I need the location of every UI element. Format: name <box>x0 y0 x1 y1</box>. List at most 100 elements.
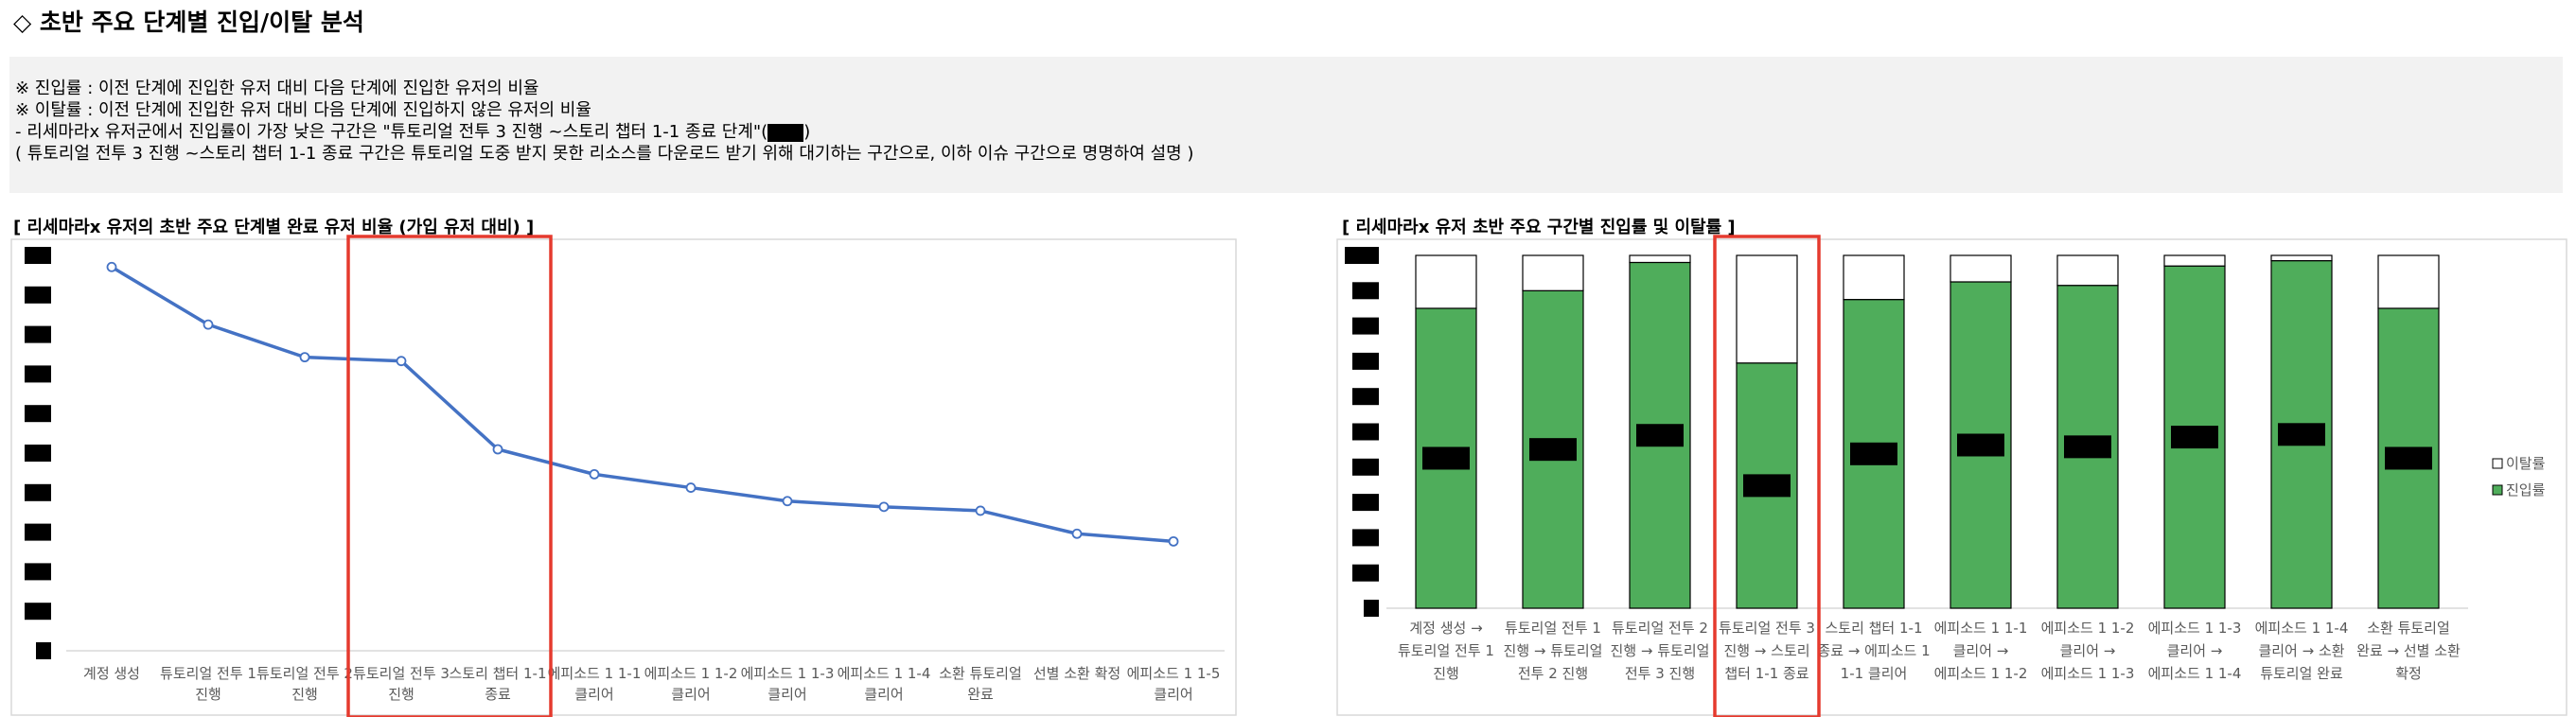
y-tick-label-redacted <box>25 445 51 462</box>
x-tick-label-line: 종료 <box>485 686 511 703</box>
bar-exit-rate <box>2377 254 2440 309</box>
x-tick-label: 튜토리얼 전투 1 진행 → 튜토리얼전투 2 진행 <box>1504 620 1603 682</box>
y-tick-label-redacted <box>25 603 51 621</box>
y-tick-label-redacted <box>25 563 51 581</box>
x-tick-label: 계정 생성 <box>83 665 140 682</box>
x-tick-label-line: 클리어 <box>864 686 903 703</box>
data-label-redacted <box>1636 424 1684 447</box>
x-tick-label-line: 에피소드 1 1-4 <box>2148 665 2242 682</box>
y-tick-label-redacted <box>25 325 51 343</box>
x-tick-label-line: 진행 → 튜토리얼 <box>1611 642 1710 659</box>
x-tick-label-line: 진행 <box>195 686 221 703</box>
y-tick-label-redacted <box>1352 282 1379 300</box>
data-label-redacted <box>1957 433 2004 457</box>
data-point <box>106 261 117 272</box>
bar-exit-rate <box>1736 254 1798 364</box>
bar-exit-rate <box>1950 254 2012 283</box>
y-tick-label-redacted <box>1352 388 1379 406</box>
x-tick-label-line: 에피소드 1 1-3 <box>2148 620 2242 637</box>
bar-exit-rate <box>2163 254 2226 267</box>
bar-exit-rate <box>2056 254 2119 287</box>
y-tick-label-redacted <box>1352 317 1379 335</box>
x-tick-label: 튜토리얼 전투 3 진행 → 스토리 챕터 1-1 종료 <box>1719 620 1815 682</box>
x-tick-label-line: 튜토리얼 전투 1 <box>160 665 256 682</box>
x-tick-label-line: 전투 3 진행 <box>1625 665 1695 682</box>
x-tick-label: 선별 소환 확정 <box>1033 665 1120 682</box>
x-tick-label-line: 전투 2 진행 <box>1518 665 1588 682</box>
data-point <box>1071 528 1083 539</box>
y-tick-label-redacted <box>1352 529 1379 547</box>
legend-label-enter: 진입률 <box>2506 481 2546 498</box>
data-point <box>878 501 890 513</box>
x-tick-label-line: 진행 → 스토리 <box>1723 642 1809 659</box>
x-tick-label-line: 계정 생성 → <box>1409 620 1482 637</box>
x-tick-label-line: 진행 <box>388 686 415 703</box>
x-tick-label-line: 에피소드 1 1-2 <box>644 665 738 682</box>
bar-exit-rate <box>1415 254 1477 309</box>
x-tick-label-line: 완료 → 선별 소환 <box>2356 642 2461 659</box>
x-tick-label-line: 선별 소환 확정 <box>1033 665 1120 682</box>
data-point <box>299 352 310 363</box>
y-tick-label-redacted <box>25 405 51 423</box>
data-label-redacted <box>2385 446 2432 470</box>
x-tick-label-line: 에피소드 1 1-4 <box>2255 620 2349 637</box>
x-tick-label-line: 튜토리얼 완료 <box>2260 665 2343 682</box>
data-point <box>492 444 503 455</box>
y-tick-label-redacted <box>1352 423 1379 441</box>
x-tick-label-line: 에피소드 1 1-2 <box>1934 665 2028 682</box>
x-tick-label-line: 튜토리얼 전투 2 <box>1612 620 1708 637</box>
x-tick-label-line: 에피소드 1 1-3 <box>2041 665 2135 682</box>
y-tick-label-redacted <box>1345 247 1379 264</box>
x-tick-label-line: 튜토리얼 전투 2 <box>256 665 353 682</box>
x-tick-label: 에피소드 1 1-4 클리어 → 소환튜토리얼 완료 <box>2255 620 2349 682</box>
x-tick-label-line: 에피소드 1 1-4 <box>838 665 931 682</box>
x-tick-label-line: 계정 생성 <box>83 665 140 682</box>
x-tick-label-line: 클리어 → <box>2060 642 2116 659</box>
y-tick-label-redacted <box>1352 458 1379 476</box>
x-tick-label-line: 에피소드 1 1-2 <box>2041 620 2135 637</box>
x-tick-label-line: 클리어 → 소환 <box>2258 642 2344 659</box>
data-point <box>975 505 986 516</box>
data-point <box>685 482 697 493</box>
data-label-redacted <box>1850 442 1897 465</box>
bar-exit-rate <box>1843 254 1905 301</box>
x-tick-label-line: 챕터 1-1 종료 <box>1724 665 1808 682</box>
x-tick-label-line: 에피소드 1 1-3 <box>741 665 835 682</box>
data-point <box>1168 535 1179 547</box>
y-tick-label-redacted <box>25 483 51 501</box>
data-label-redacted <box>1529 438 1577 462</box>
x-tick-label-line: 에피소드 1 1-1 <box>1934 620 2028 637</box>
y-tick-label-redacted <box>25 365 51 383</box>
x-tick-label-line: 확정 <box>2395 665 2422 682</box>
legend-label-exit: 이탈률 <box>2506 455 2546 472</box>
charts-canvas: 계정 생성 튜토리얼 전투 1 진행 튜토리얼 전투 2 진행 튜토리얼 전투 3 진행 스토… <box>10 235 2567 717</box>
bar-exit-rate <box>1522 254 1584 291</box>
x-tick-label-line: 종료 → 에피소드 1 <box>1817 642 1930 659</box>
data-label-redacted <box>1743 474 1791 498</box>
x-tick-label-line: 튜토리얼 전투 3 <box>353 665 450 682</box>
x-tick-label: 튜토리얼 전투 2 진행 → 튜토리얼전투 3 진행 <box>1611 620 1710 682</box>
x-tick-label-line: 완료 <box>967 686 994 703</box>
x-tick-label-line: 클리어 <box>1154 686 1192 703</box>
y-tick-label-redacted <box>1352 352 1379 370</box>
data-label-redacted <box>2278 423 2325 446</box>
x-tick-label-line: 1-1 클리어 <box>1841 665 1908 682</box>
x-tick-label-line: 에피소드 1 1-5 <box>1127 665 1221 682</box>
bar-exit-rate <box>1629 254 1691 264</box>
data-point <box>782 496 793 507</box>
y-tick-label-redacted <box>25 523 51 541</box>
legend-swatch-exit <box>2492 458 2503 469</box>
x-tick-label-line: 에피소드 1 1-1 <box>548 665 642 682</box>
x-tick-label-line: 스토리 챕터 1-1 <box>1825 620 1922 637</box>
x-tick-label-line: 스토리 챕터 1-1 <box>449 665 546 682</box>
x-tick-label-line: 소환 튜토리얼 <box>2367 620 2450 637</box>
y-tick-label-redacted <box>36 642 51 659</box>
x-tick-label-line: 튜토리얼 전투 1 <box>1505 620 1601 637</box>
x-tick-label-line: 클리어 <box>671 686 710 703</box>
bar-exit-rate <box>2270 254 2333 262</box>
y-tick-label-redacted <box>25 247 51 264</box>
x-tick-label-line: 클리어 → <box>2167 642 2223 659</box>
y-tick-label-redacted <box>1352 494 1379 512</box>
data-point <box>396 356 407 367</box>
x-tick-label-line: 진행 → 튜토리얼 <box>1504 642 1603 659</box>
